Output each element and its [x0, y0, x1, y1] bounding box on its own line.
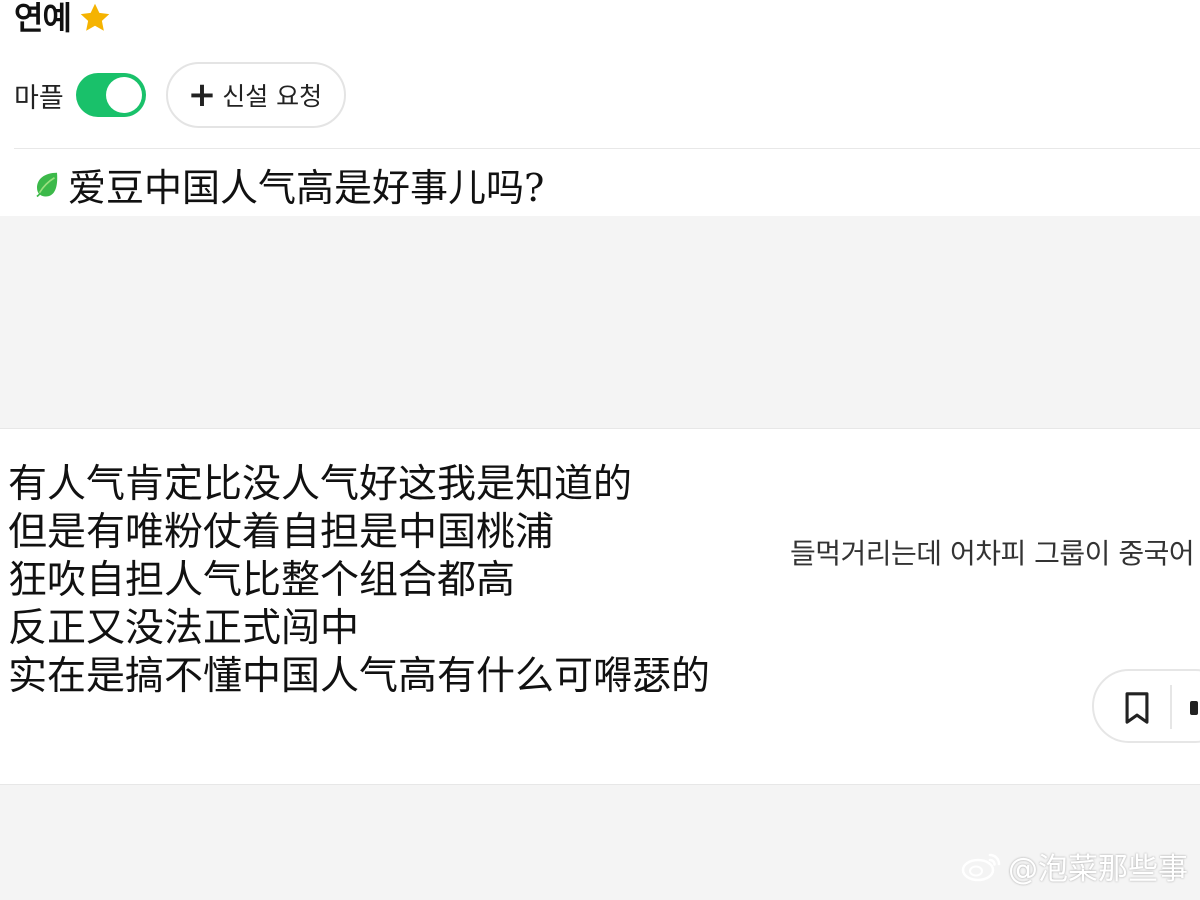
maple-toggle[interactable] [75, 73, 146, 117]
post-preview-text: 들먹거리는데 어차피 그룹이 중국어 [790, 537, 1195, 570]
star-icon[interactable] [77, 0, 113, 36]
caption-line: 但是有唯粉仗着自担是中国桃浦 [8, 510, 555, 555]
board-header: 연예 마플 + 신설 요청 爱豆中国人气高是好事儿吗? [0, 0, 1200, 216]
request-button-label: 신설 요청 [222, 82, 323, 111]
plus-icon: + [187, 75, 217, 115]
caption-line: 反正又没法正式闯中 [8, 606, 360, 651]
more-icon[interactable] [1190, 701, 1198, 715]
request-new-board-button[interactable]: + 신설 요청 [165, 62, 347, 128]
caption-line: 狂吹自担人气比整个组合都高 [8, 558, 516, 603]
post-card: 들먹거리는데 어차피 그룹이 중국어 有人气肯定比没人气好这我是知道的 但是有唯… [0, 428, 1200, 785]
leaf-icon [36, 172, 58, 198]
caption-overlay: 有人气肯定比没人气好这我是知道的 但是有唯粉仗着自担是中国桃浦 狂吹自担人气比整… [8, 461, 710, 701]
caption-line: 实在是搞不懂中国人气高有什么可嘚瑟的 [8, 654, 711, 699]
watermark-text: @泡菜那些事 [1008, 852, 1188, 887]
post-title-row[interactable]: 爱豆中国人气高是好事儿吗? [32, 158, 544, 210]
maple-label: 마플 [14, 82, 64, 114]
pill-divider [1170, 685, 1172, 729]
watermark: @泡菜那些事 [960, 844, 1188, 888]
weibo-logo-icon [961, 853, 1001, 882]
toggle-knob [105, 77, 142, 113]
post-actions [1092, 669, 1200, 743]
caption-line: 有人气肯定比没人气好这我是知道的 [8, 462, 633, 507]
bookmark-icon[interactable] [1122, 691, 1152, 725]
filter-row: 마플 + 신설 요청 [14, 62, 347, 128]
post-title: 爱豆中国人气高是好事儿吗? [68, 165, 545, 210]
category-title: 연예 [14, 0, 113, 38]
category-title-text: 연예 [14, 0, 72, 37]
divider [14, 148, 1200, 149]
